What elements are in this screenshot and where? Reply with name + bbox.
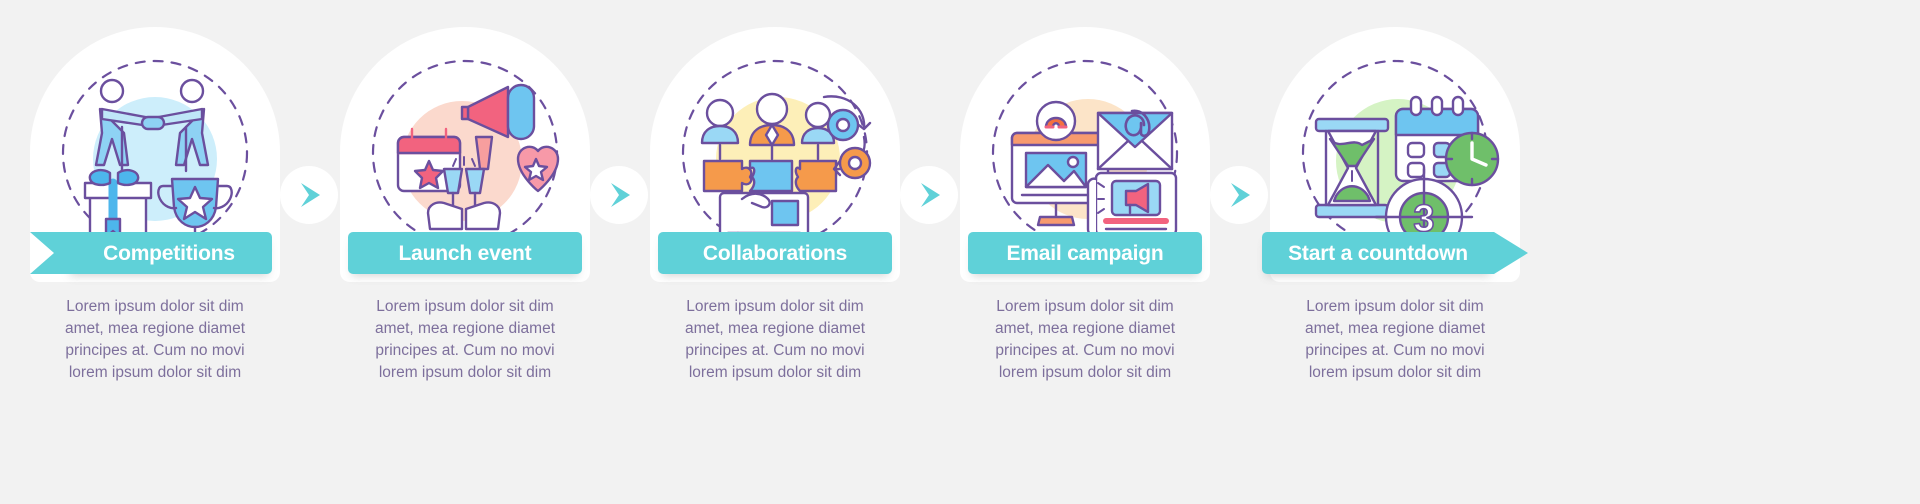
description-line: Lorem ipsum dolor sit dim <box>376 298 554 315</box>
step-banner[interactable]: Competitions <box>30 232 272 274</box>
step-description: Lorem ipsum dolor sit dim amet, mea regi… <box>1270 296 1520 384</box>
step-description: Lorem ipsum dolor sit dim amet, mea regi… <box>650 296 900 384</box>
step-label: Launch event <box>398 241 532 265</box>
description-line: lorem ipsum dolor sit dim <box>1308 364 1482 381</box>
step-description: Lorem ipsum dolor sit dim amet, mea regi… <box>340 296 590 384</box>
description-line: Lorem ipsum dolor sit dim <box>996 298 1174 315</box>
step-label: Email campaign <box>1006 241 1164 265</box>
description-line: principes at. Cum no movi <box>65 342 245 359</box>
chevron-right-arrow-icon <box>1231 183 1250 207</box>
connector-arrow-2 <box>590 166 648 224</box>
step-description: Lorem ipsum dolor sit dim amet, mea regi… <box>960 296 1210 384</box>
step-description: Lorem ipsum dolor sit dim amet, mea regi… <box>30 296 280 384</box>
step-banner[interactable]: Start a countdown <box>1262 232 1528 274</box>
step-item-email-campaign[interactable]: Email campaign Lorem ipsum dolor sit dim… <box>930 0 1268 504</box>
chevron-right-arrow-icon <box>301 183 320 207</box>
connector-arrow-4 <box>1210 166 1268 224</box>
description-line: lorem ipsum dolor sit dim <box>998 364 1172 381</box>
connector-arrow-1 <box>280 166 338 224</box>
step-item-collaborations[interactable]: Collaborations Lorem ipsum dolor sit dim… <box>620 0 958 504</box>
step-item-start-a-countdown[interactable]: 3 Start a countdown Lorem ipsum dolor si… <box>1240 0 1550 504</box>
description-line: lorem ipsum dolor sit dim <box>688 364 862 381</box>
step-item-competitions[interactable]: Competitions Lorem ipsum dolor sit dim a… <box>0 0 338 504</box>
step-banner[interactable]: Collaborations <box>658 232 892 274</box>
description-line: amet, mea regione diamet <box>374 320 556 337</box>
description-line: principes at. Cum no movi <box>375 342 555 359</box>
infographic-timeline: Competitions Lorem ipsum dolor sit dim a… <box>0 0 1920 504</box>
steps-row: Competitions Lorem ipsum dolor sit dim a… <box>0 0 1920 504</box>
step-item-launch-event[interactable]: Launch event Lorem ipsum dolor sit dim a… <box>310 0 648 504</box>
description-line: Lorem ipsum dolor sit dim <box>66 298 244 315</box>
step-banner[interactable]: Email campaign <box>968 232 1202 274</box>
description-line: amet, mea regione diamet <box>1304 320 1486 337</box>
step-banner[interactable]: Launch event <box>348 232 582 274</box>
connector-arrow-3 <box>900 166 958 224</box>
description-line: Lorem ipsum dolor sit dim <box>1306 298 1484 315</box>
description-line: amet, mea regione diamet <box>684 320 866 337</box>
description-line: amet, mea regione diamet <box>64 320 246 337</box>
description-line: lorem ipsum dolor sit dim <box>68 364 242 381</box>
step-label: Collaborations <box>702 241 848 265</box>
description-line: amet, mea regione diamet <box>994 320 1176 337</box>
description-line: lorem ipsum dolor sit dim <box>378 364 552 381</box>
description-line: Lorem ipsum dolor sit dim <box>686 298 864 315</box>
description-line: principes at. Cum no movi <box>685 342 865 359</box>
chevron-right-arrow-icon <box>611 183 630 207</box>
step-label: Competitions <box>103 241 235 265</box>
description-line: principes at. Cum no movi <box>1305 342 1485 359</box>
chevron-right-arrow-icon <box>921 183 940 207</box>
step-label: Start a countdown <box>1288 241 1468 265</box>
description-line: principes at. Cum no movi <box>995 342 1175 359</box>
